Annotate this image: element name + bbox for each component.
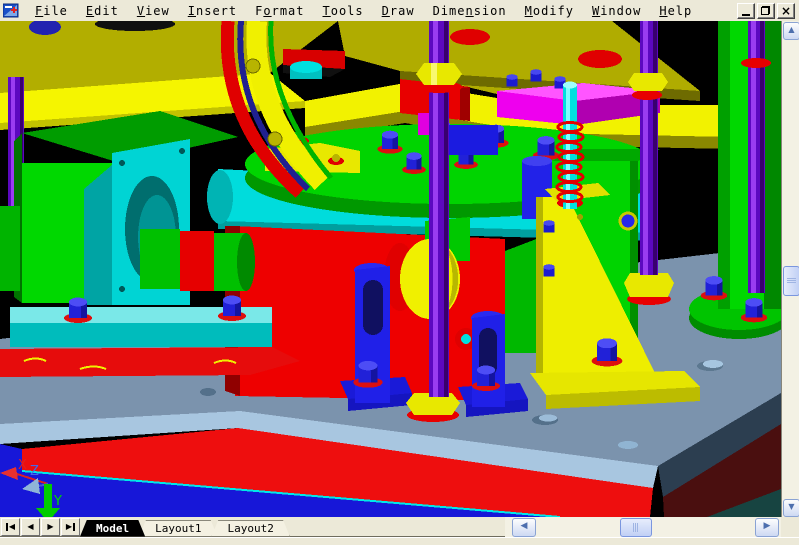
menu-bar: FileEditViewInsertFormatToolsDrawDimensi… bbox=[0, 0, 799, 22]
tab-layout1[interactable]: Layout1 bbox=[139, 520, 217, 537]
close-icon: × bbox=[778, 5, 794, 18]
model-viewport[interactable]: X Z Y bbox=[0, 21, 781, 517]
menu-item-dimension[interactable]: Dimension bbox=[424, 2, 516, 20]
menu-item-edit[interactable]: Edit bbox=[77, 2, 128, 20]
cad-application-window: FileEditViewInsertFormatToolsDrawDimensi… bbox=[0, 0, 799, 545]
scroll-down-button[interactable]: ▼ bbox=[783, 499, 799, 517]
menu-item-help[interactable]: Help bbox=[650, 2, 701, 20]
vertical-scroll-thumb[interactable] bbox=[783, 266, 799, 296]
menu-item-window[interactable]: Window bbox=[583, 2, 650, 20]
drive-shaft[interactable] bbox=[140, 229, 255, 291]
previous-tab-button[interactable]: ◀ bbox=[21, 518, 40, 536]
scrollbar-corner bbox=[781, 517, 799, 537]
restore-button[interactable] bbox=[757, 3, 775, 19]
layout-tabs: Model Layout1 Layout2 bbox=[86, 517, 290, 537]
minimize-button[interactable] bbox=[737, 3, 755, 19]
menu-item-view[interactable]: View bbox=[128, 2, 179, 20]
menu-item-tools[interactable]: Tools bbox=[314, 2, 373, 20]
menu-item-format[interactable]: Format bbox=[246, 2, 313, 20]
first-tab-button[interactable]: ◀ bbox=[1, 518, 20, 536]
restore-icon bbox=[761, 6, 770, 15]
horizontal-scrollbar[interactable]: ◀ ▶ bbox=[505, 517, 781, 537]
window-controls: × bbox=[737, 3, 799, 19]
menu-items: FileEditViewInsertFormatToolsDrawDimensi… bbox=[26, 2, 701, 20]
status-strip bbox=[0, 537, 799, 545]
scroll-left-button[interactable]: ◀ bbox=[512, 518, 536, 537]
ucs-z-label: Z bbox=[30, 464, 39, 479]
dwg-file-icon[interactable] bbox=[3, 3, 20, 18]
ucs-y-label: Y bbox=[53, 494, 62, 509]
scroll-right-button[interactable]: ▶ bbox=[755, 518, 779, 537]
rod-foot-center[interactable] bbox=[406, 393, 460, 422]
tab-model[interactable]: Model bbox=[80, 520, 145, 537]
tab-layout2[interactable]: Layout2 bbox=[211, 520, 289, 537]
scroll-up-button[interactable]: ▲ bbox=[783, 22, 799, 40]
next-tab-button[interactable]: ▶ bbox=[41, 518, 60, 536]
menu-item-insert[interactable]: Insert bbox=[179, 2, 246, 20]
vertical-scrollbar[interactable]: ▲ ▼ bbox=[781, 21, 799, 517]
minimize-icon bbox=[742, 14, 750, 16]
horizontal-scroll-thumb[interactable] bbox=[620, 518, 652, 537]
rod-foot-right[interactable] bbox=[624, 273, 674, 305]
menu-item-draw[interactable]: Draw bbox=[373, 2, 424, 20]
menu-item-modify[interactable]: Modify bbox=[516, 2, 583, 20]
ucs-x-label: X bbox=[18, 458, 27, 473]
close-button[interactable]: × bbox=[777, 3, 795, 19]
menu-item-file[interactable]: File bbox=[26, 2, 77, 20]
last-tab-button[interactable]: ▶ bbox=[61, 518, 80, 536]
